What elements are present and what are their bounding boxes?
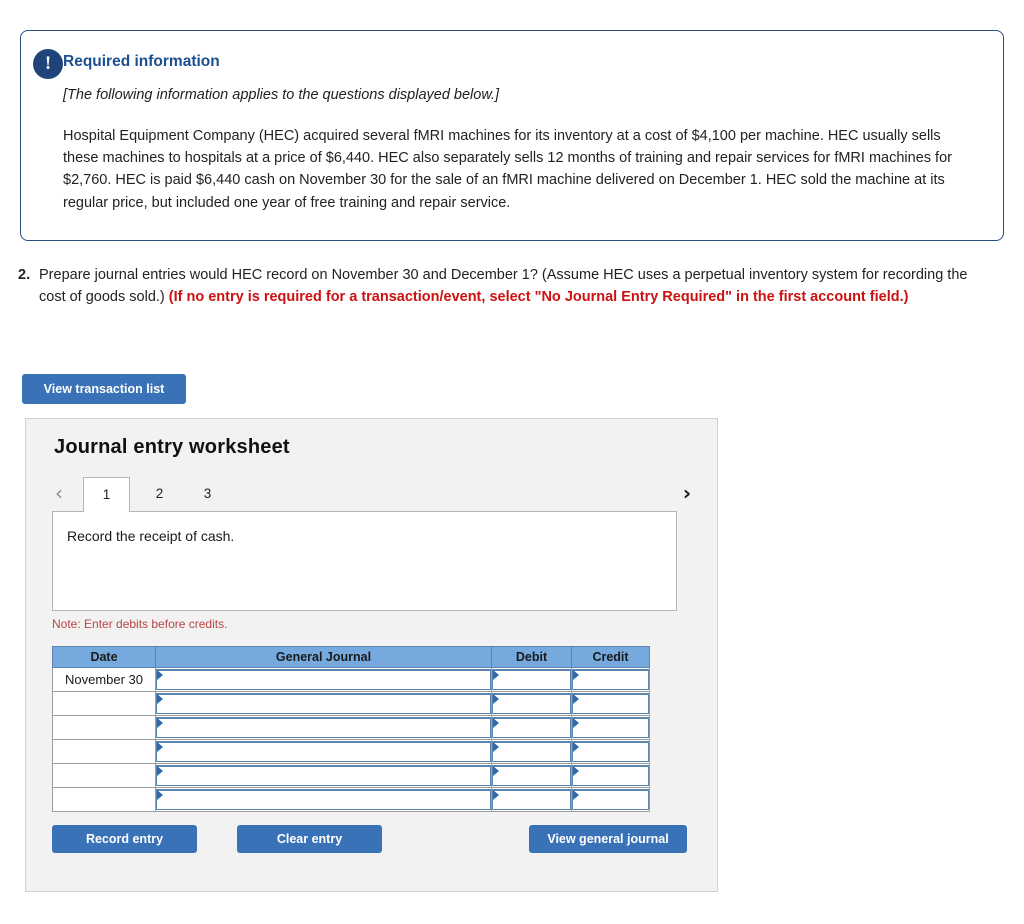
question-number: 2.: [18, 267, 31, 283]
view-general-journal-button[interactable]: View general journal: [529, 825, 687, 853]
table-row: [52, 691, 650, 716]
credit-input[interactable]: [571, 667, 650, 692]
question-requirement-note: (If no entry is required for a transacti…: [168, 288, 909, 305]
column-header-credit: Credit: [571, 646, 650, 668]
debits-before-credits-note: Note: Enter debits before credits.: [52, 617, 228, 631]
debit-input[interactable]: [491, 715, 572, 740]
journal-entry-worksheet-panel: Journal entry worksheet ‹ 1 2 3 › Record…: [25, 418, 718, 892]
column-header-date: Date: [52, 646, 156, 668]
account-dropdown[interactable]: [156, 669, 491, 690]
credit-input[interactable]: [571, 691, 650, 716]
question-block: 2. Prepare journal entries would HEC rec…: [18, 265, 993, 309]
credit-field[interactable]: [572, 669, 649, 690]
date-cell[interactable]: [52, 715, 156, 740]
table-row: [52, 763, 650, 788]
credit-field[interactable]: [572, 693, 649, 714]
column-header-general-journal: General Journal: [155, 646, 492, 668]
date-cell[interactable]: November 30: [52, 667, 156, 692]
required-information-subtitle: [The following information applies to th…: [63, 87, 500, 103]
credit-input[interactable]: [571, 739, 650, 764]
debit-input[interactable]: [491, 763, 572, 788]
transaction-description-box: Record the receipt of cash.: [52, 511, 677, 611]
table-row: [52, 715, 650, 740]
account-dropdown[interactable]: [156, 789, 491, 810]
table-header-row: Date General Journal Debit Credit: [52, 646, 650, 668]
table-row: [52, 739, 650, 764]
general-journal-select[interactable]: [155, 739, 492, 764]
date-cell[interactable]: [52, 739, 156, 764]
general-journal-select[interactable]: [155, 667, 492, 692]
credit-input[interactable]: [571, 763, 650, 788]
general-journal-select[interactable]: [155, 715, 492, 740]
debit-field[interactable]: [492, 669, 571, 690]
account-dropdown[interactable]: [156, 765, 491, 786]
debit-field[interactable]: [492, 693, 571, 714]
general-journal-select[interactable]: [155, 763, 492, 788]
account-dropdown[interactable]: [156, 741, 491, 762]
debit-field[interactable]: [492, 789, 571, 810]
debit-input[interactable]: [491, 667, 572, 692]
credit-input[interactable]: [571, 787, 650, 812]
debit-input[interactable]: [491, 691, 572, 716]
date-cell[interactable]: [52, 691, 156, 716]
debit-field[interactable]: [492, 717, 571, 738]
required-information-title: Required information: [63, 53, 220, 70]
credit-field[interactable]: [572, 717, 649, 738]
date-cell[interactable]: [52, 763, 156, 788]
question-text: Prepare journal entries would HEC record…: [18, 265, 993, 309]
date-cell[interactable]: [52, 787, 156, 812]
required-information-callout: ! Required information [The following in…: [20, 30, 1004, 241]
worksheet-title: Journal entry worksheet: [54, 436, 290, 458]
required-information-body: Hospital Equipment Company (HEC) acquire…: [63, 128, 952, 211]
worksheet-tab-strip: ‹ 1 2 3 ›: [48, 477, 698, 512]
chevron-right-icon[interactable]: ›: [676, 477, 698, 510]
tab-1[interactable]: 1: [83, 477, 130, 512]
record-entry-button[interactable]: Record entry: [52, 825, 197, 853]
table-row: November 30: [52, 667, 650, 692]
debit-input[interactable]: [491, 787, 572, 812]
tab-3[interactable]: 3: [184, 477, 231, 511]
credit-field[interactable]: [572, 765, 649, 786]
table-row: [52, 787, 650, 812]
account-dropdown[interactable]: [156, 717, 491, 738]
debit-field[interactable]: [492, 765, 571, 786]
general-journal-select[interactable]: [155, 787, 492, 812]
credit-field[interactable]: [572, 789, 649, 810]
account-dropdown[interactable]: [156, 693, 491, 714]
credit-input[interactable]: [571, 715, 650, 740]
general-journal-select[interactable]: [155, 691, 492, 716]
tab-2[interactable]: 2: [136, 477, 183, 511]
transaction-description-text: Record the receipt of cash.: [67, 528, 235, 544]
column-header-debit: Debit: [491, 646, 572, 668]
debit-input[interactable]: [491, 739, 572, 764]
exclamation-icon: !: [33, 49, 63, 79]
debit-field[interactable]: [492, 741, 571, 762]
credit-field[interactable]: [572, 741, 649, 762]
chevron-left-icon[interactable]: ‹: [48, 477, 70, 510]
clear-entry-button[interactable]: Clear entry: [237, 825, 382, 853]
view-transaction-list-button[interactable]: View transaction list: [22, 374, 186, 404]
journal-entry-table: Date General Journal Debit Credit Novemb…: [52, 646, 650, 812]
